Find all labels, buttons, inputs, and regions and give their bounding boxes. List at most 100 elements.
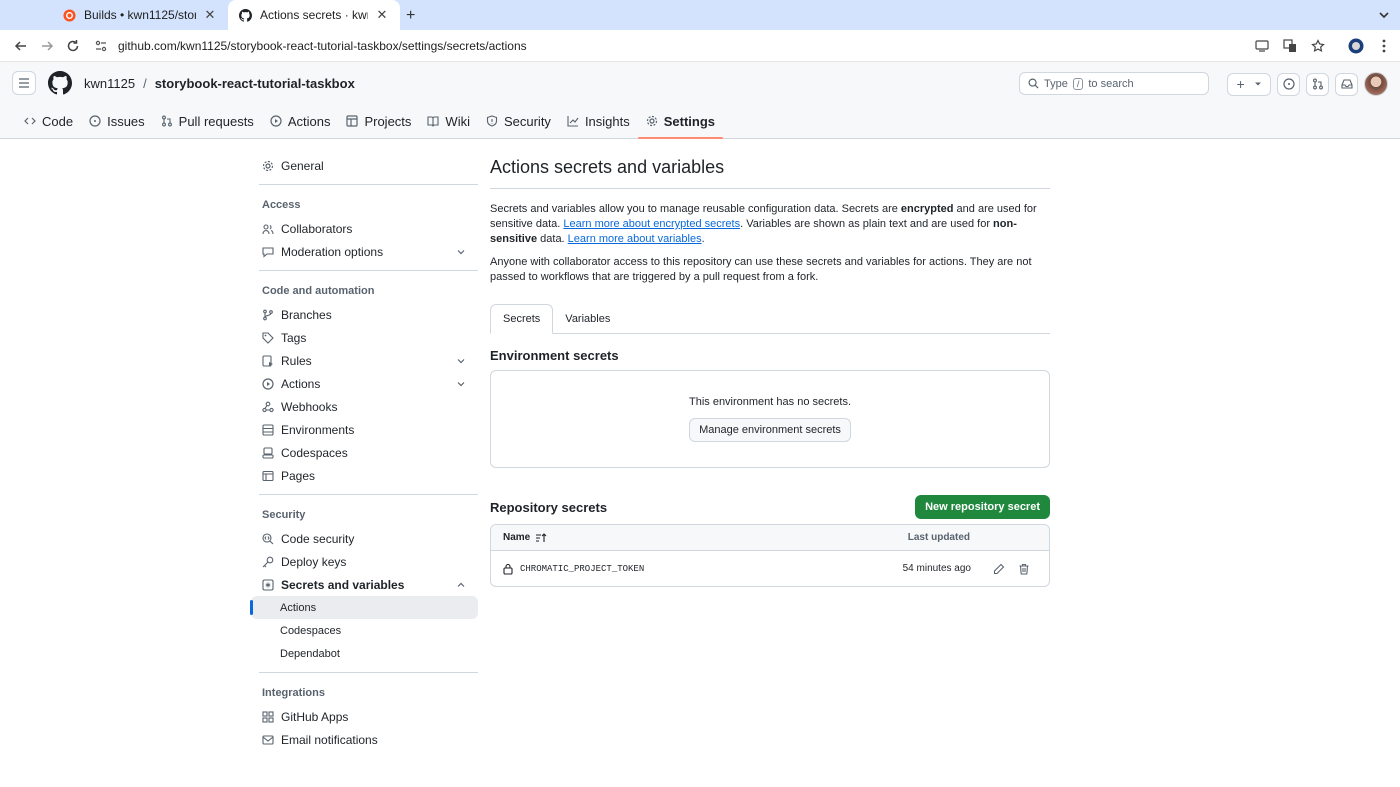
tab-code[interactable]: Code [16,104,81,138]
chevron-down-icon[interactable] [1378,9,1390,21]
sidebar-item-code-security[interactable]: Code security [251,527,478,550]
search-input[interactable]: Type / to search [1019,72,1209,95]
sidebar-item-general[interactable]: General [251,154,478,177]
sidebar-item-pages[interactable]: Pages [251,464,478,487]
close-tab-icon[interactable]: ✕ [202,7,218,23]
tag-icon [262,331,274,344]
environment-secrets-heading: Environment secrets [490,348,619,363]
reload-icon[interactable] [60,33,86,59]
translate-icon[interactable] [1282,38,1298,54]
chevron-down-icon[interactable] [456,379,466,389]
sidebar-item-github-apps[interactable]: GitHub Apps [251,705,478,728]
sidebar-item-email-notifications[interactable]: Email notifications [251,728,478,751]
sidebar-subitem-dependabot[interactable]: Dependabot [251,642,478,665]
tab-label: Security [503,113,551,129]
page-title: Actions secrets and variables [490,154,1050,189]
breadcrumb-owner[interactable]: kwn1125 [84,76,135,91]
browser-tab-active[interactable]: Actions secrets · kwn1125/sto ✕ [228,0,400,30]
forward-icon[interactable] [34,33,60,59]
sidebar-item-moderation[interactable]: Moderation options [251,240,478,263]
sidebar-item-deploy-keys[interactable]: Deploy keys [251,550,478,573]
rules-icon [262,354,274,367]
tab-settings[interactable]: Settings [637,104,724,139]
search-suffix: to search [1088,77,1134,90]
sidebar-item-environments[interactable]: Environments [251,418,478,441]
divider [259,270,478,271]
new-repository-secret-button[interactable]: New repository secret [915,495,1050,519]
pencil-icon[interactable] [993,563,1005,575]
create-new-button[interactable]: + [1227,72,1271,96]
tab-variables[interactable]: Variables [553,304,622,333]
pull-requests-icon[interactable] [1306,72,1329,96]
manage-environment-secrets-button[interactable]: Manage environment secrets [689,418,851,442]
tab-issues[interactable]: Issues [81,104,153,138]
tab-security[interactable]: Security [478,104,559,138]
pull-request-icon [161,115,173,127]
back-icon[interactable] [8,33,34,59]
sidebar-item-actions[interactable]: Actions [251,372,478,395]
learn-variables-link[interactable]: Learn more about variables [568,233,702,245]
browser-tab[interactable]: Builds • kwn1125/storybook-r ✕ [52,0,228,30]
learn-secrets-link[interactable]: Learn more about encrypted secrets [563,218,740,230]
sidebar-item-collaborators[interactable]: Collaborators [251,217,478,240]
chevron-down-icon[interactable] [456,356,466,366]
browser-toolbar: github.com/kwn1125/storybook-react-tutor… [0,30,1400,62]
trash-icon[interactable] [1018,563,1030,575]
sort-icon[interactable] [535,532,547,543]
gear-icon [646,115,658,127]
search-icon [1028,78,1039,89]
tab-secrets[interactable]: Secrets [490,304,554,334]
sidebar-item-codespaces[interactable]: Codespaces [251,441,478,464]
hamburger-menu-icon[interactable] [12,71,36,95]
tab-actions[interactable]: Actions [262,104,339,138]
new-tab-icon[interactable]: + [406,7,415,25]
issues-icon[interactable] [1277,72,1300,96]
settings-sidebar: General Access Collaborators Moderation … [250,154,478,751]
comment-icon [262,246,274,258]
tab-pull-requests[interactable]: Pull requests [153,104,262,138]
mail-icon [262,734,274,746]
sidebar-item-label: Deploy keys [281,554,347,569]
close-tab-icon[interactable]: ✕ [374,7,390,23]
sidebar-item-tags[interactable]: Tags [251,326,478,349]
sidebar-item-secrets-variables[interactable]: Secrets and variables [251,573,478,596]
install-app-icon[interactable] [1254,38,1270,54]
description-text: data. [537,233,568,245]
tab-wiki[interactable]: Wiki [419,104,478,138]
sidebar-item-webhooks[interactable]: Webhooks [251,395,478,418]
branch-icon [262,309,274,321]
profile-icon[interactable] [1348,38,1364,54]
sidebar-item-branches[interactable]: Branches [251,303,478,326]
collaborator-note: Anyone with collaborator access to this … [490,256,1032,283]
browser-tab-title: Actions secrets · kwn1125/sto [260,8,368,22]
repo-nav: Code Issues Pull requests Actions Projec… [0,104,1400,139]
site-info-icon[interactable] [94,39,110,53]
breadcrumb: kwn1125 / storybook-react-tutorial-taskb… [84,76,355,91]
browser-tab-strip: Builds • kwn1125/storybook-r ✕ Actions s… [0,0,1400,30]
description-text: . Variables are shown as plain text and … [740,218,994,230]
table-icon [346,115,359,127]
browser-menu-icon[interactable] [1376,38,1392,54]
description-emphasis: encrypted [900,203,954,215]
address-bar[interactable]: github.com/kwn1125/storybook-react-tutor… [94,33,1246,59]
environment-secrets-box: This environment has no secrets. Manage … [490,370,1050,468]
chevron-up-icon[interactable] [456,580,466,590]
tab-projects[interactable]: Projects [338,104,419,138]
sidebar-item-rules[interactable]: Rules [251,349,478,372]
inbox-icon[interactable] [1335,72,1358,96]
tab-label: Wiki [445,113,470,129]
codespaces-icon [262,446,274,459]
tab-insights[interactable]: Insights [559,104,638,138]
github-logo-icon[interactable] [48,71,72,95]
breadcrumb-repo[interactable]: storybook-react-tutorial-taskbox [155,76,355,91]
avatar[interactable] [1364,72,1388,96]
sidebar-subitem-actions[interactable]: Actions [250,596,478,619]
sidebar-subitem-codespaces[interactable]: Codespaces [251,619,478,642]
lock-icon [503,563,513,575]
sidebar-item-label: Codespaces [280,624,342,637]
column-name[interactable]: Name [503,532,530,543]
browser-tab-title: Builds • kwn1125/storybook-r [84,8,196,22]
bookmark-star-icon[interactable] [1310,38,1326,54]
sidebar-item-label: Secrets and variables [281,577,405,592]
chevron-down-icon[interactable] [456,247,466,257]
